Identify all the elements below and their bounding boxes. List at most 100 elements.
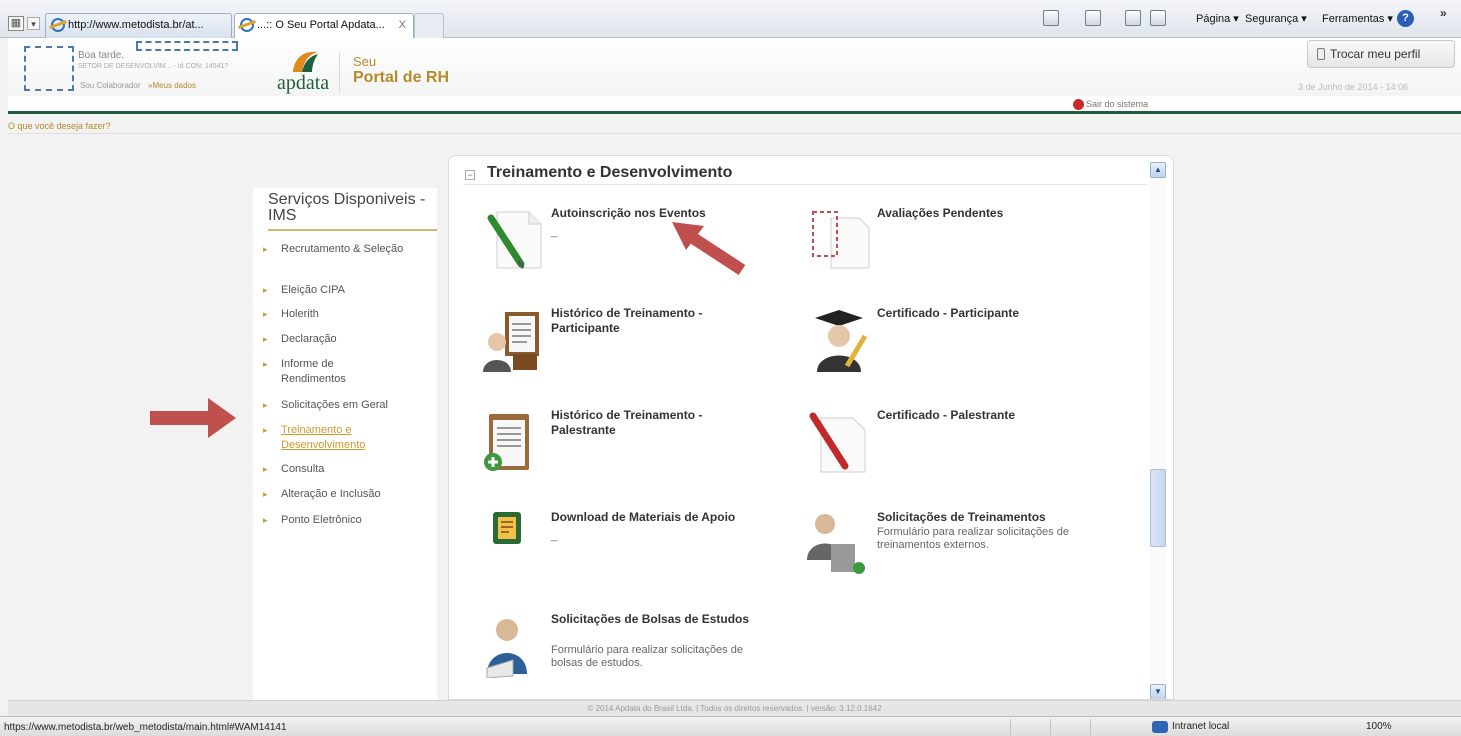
service-solicitacoes-treinamentos[interactable]: Solicitações de Treinamentos Formulário …	[805, 510, 1069, 590]
my-data-link[interactable]: »Meus dados	[148, 81, 196, 90]
help-icon[interactable]: ?	[1397, 10, 1414, 27]
status-divider	[1050, 719, 1051, 735]
sidebar-item-recrutamento[interactable]: ▸ Recrutamento & Seleção	[263, 242, 433, 257]
page-menu[interactable]: Página ▾	[1196, 12, 1239, 25]
zoom-level[interactable]: 100%	[1366, 721, 1392, 732]
sidebar-item-label: Treinamento e Desenvolvimento	[281, 424, 366, 451]
sidebar-item-label: Informe de Rendimentos	[281, 358, 346, 385]
graduate-icon	[815, 310, 868, 372]
bullet-icon: ▸	[263, 244, 268, 254]
annotation-arrow	[150, 398, 236, 438]
logout-row: Sair do sistema	[8, 96, 1461, 114]
status-url: https://www.metodista.br/web_metodista/m…	[4, 722, 287, 733]
service-title: Histórico de Treinamento - Participante	[551, 306, 703, 335]
service-title: Certificado - Palestrante	[877, 408, 1016, 422]
portal-seu: Seu	[353, 54, 377, 69]
bullet-icon: ▸	[263, 309, 268, 319]
close-tab-icon[interactable]: X	[399, 14, 406, 36]
training-panel: − Treinamento e Desenvolvimento Autoinsc…	[448, 155, 1174, 700]
sidebar-item-label: Ponto Eletrônico	[281, 514, 362, 526]
switch-profile-button[interactable]: Trocar meu perfil	[1307, 40, 1455, 68]
browser-tab-1-title: http://www.metodista.br/at...	[68, 19, 204, 31]
security-zone[interactable]: Intranet local	[1152, 721, 1230, 733]
panel-title: Treinamento e Desenvolvimento	[487, 164, 733, 181]
panel-scrollbar[interactable]: ▲ ▼	[1150, 162, 1166, 699]
service-certificado-participante[interactable]: Certificado - Participante	[807, 306, 1067, 376]
service-title: Avaliações Pendentes	[877, 206, 1004, 220]
logout-label: Sair do sistema	[1086, 99, 1149, 109]
service-desc: Formulário para realizar solicitações de…	[551, 644, 743, 669]
current-datetime: 3 de Junho de 2014 - 14:06	[1298, 82, 1409, 92]
apdata-logo-text: apdata	[277, 72, 330, 94]
sidebar-item-eleicao-cipa[interactable]: ▸ Eleição CIPA	[263, 283, 433, 298]
service-desc: Formulário para realizar solicitações de…	[877, 526, 1069, 551]
bullet-icon: ▸	[263, 400, 268, 410]
greeting-text: Boa tarde,	[78, 50, 125, 61]
status-divider	[1090, 719, 1091, 735]
logout-icon	[1073, 99, 1084, 110]
new-tab-button[interactable]	[414, 13, 444, 38]
tools-menu[interactable]: Ferramentas ▾	[1322, 12, 1393, 25]
document-red-pen-icon	[809, 412, 866, 473]
sector-text: SETOR DE DESENVOLVIM... - Id CON: 14541?	[78, 63, 229, 70]
tab-list-dropdown[interactable]: ▾	[27, 17, 40, 30]
browser-tab-2[interactable]: ...:: O Seu Portal Apdata... X	[234, 13, 414, 39]
bullet-icon: ▸	[263, 464, 268, 474]
role-text: Sou Colaborador	[80, 81, 141, 90]
scroll-down-icon[interactable]: ▼	[1150, 684, 1166, 699]
service-download-materiais[interactable]: Download de Materiais de Apoio _	[489, 510, 749, 580]
scroll-thumb[interactable]	[1150, 469, 1166, 547]
download-materials-icon	[493, 512, 521, 544]
mail-icon[interactable]	[1125, 10, 1141, 26]
bullet-icon: ▸	[263, 515, 268, 525]
sidebar-item-label: Consulta	[281, 463, 325, 475]
quick-tabs-icon[interactable]: ▦	[8, 16, 24, 31]
more-commands-icon[interactable]: »	[1440, 6, 1447, 20]
sidebar-item-label: Declaração	[281, 333, 337, 345]
bullet-icon: ▸	[263, 425, 268, 435]
service-historico-participante[interactable]: Histórico de Treinamento - Participante	[479, 306, 739, 376]
print-icon[interactable]	[1150, 10, 1166, 26]
home-icon[interactable]	[1043, 10, 1059, 26]
sidebar-item-informe-rendimentos[interactable]: ▸ Informe de Rendimentos	[263, 357, 383, 387]
zone-label: Intranet local	[1172, 721, 1230, 732]
divider	[8, 133, 1461, 134]
sidebar-item-declaracao[interactable]: ▸ Declaração	[263, 332, 433, 347]
security-menu[interactable]: Segurança ▾	[1245, 12, 1307, 25]
document-pen-icon	[487, 211, 542, 269]
sidebar-item-treinamento[interactable]: ▸ Treinamento e Desenvolvimento	[263, 423, 393, 453]
sidebar-item-consulta[interactable]: ▸ Consulta	[263, 462, 433, 477]
bullet-icon: ▸	[263, 334, 268, 344]
portal-header: Boa tarde, SETOR DE DESENVOLVIM... - Id …	[8, 38, 1461, 114]
services-sidebar: Serviços Disponiveis - IMS ▸ Recrutamento…	[253, 188, 437, 700]
clipboard-add-icon	[484, 414, 529, 471]
service-solicitacoes-bolsas[interactable]: Solicitações de Bolsas de Estudos Formul…	[483, 612, 749, 692]
sidebar-title: Serviços Disponiveis - IMS	[268, 191, 426, 224]
bullet-icon: ▸	[263, 489, 268, 499]
browser-tab-1[interactable]: http://www.metodista.br/at...	[45, 13, 232, 38]
sidebar-item-alteracao-inclusao[interactable]: ▸ Alteração e Inclusão	[263, 487, 433, 502]
service-certificado-palestrante[interactable]: Certificado - Palestrante	[807, 408, 1067, 478]
person-request-icon	[807, 514, 865, 574]
browser-tab-2-title: ...:: O Seu Portal Apdata...	[257, 19, 385, 31]
service-title: Solicitações de Treinamentos	[877, 510, 1046, 524]
sidebar-item-holerith[interactable]: ▸ Holerith	[263, 307, 433, 322]
user-name-redacted	[136, 41, 238, 51]
person-book-icon	[486, 619, 527, 678]
sidebar-item-label: Holerith	[281, 308, 319, 320]
service-avaliacoes-pendentes[interactable]: Avaliações Pendentes	[809, 206, 1069, 276]
panel-title-rule	[463, 184, 1147, 185]
clipboard-person-icon	[483, 312, 539, 372]
sidebar-item-solicitacoes-geral[interactable]: ▸ Solicitações em Geral	[263, 398, 433, 413]
service-historico-palestrante[interactable]: Histórico de Treinamento - Palestrante	[479, 408, 739, 478]
sidebar-item-ponto-eletronico[interactable]: ▸ Ponto Eletrônico	[263, 513, 433, 528]
logout-link[interactable]: Sair do sistema	[1073, 99, 1149, 110]
feeds-icon[interactable]	[1085, 10, 1101, 26]
sidebar-title-rule	[268, 229, 437, 231]
switch-profile-label: Trocar meu perfil	[1330, 47, 1421, 61]
scroll-up-icon[interactable]: ▲	[1150, 162, 1166, 178]
browser-status-bar: https://www.metodista.br/web_metodista/m…	[0, 716, 1461, 736]
collapse-icon[interactable]: −	[465, 170, 475, 180]
pending-document-icon	[812, 211, 870, 269]
intranet-icon	[1152, 721, 1168, 733]
